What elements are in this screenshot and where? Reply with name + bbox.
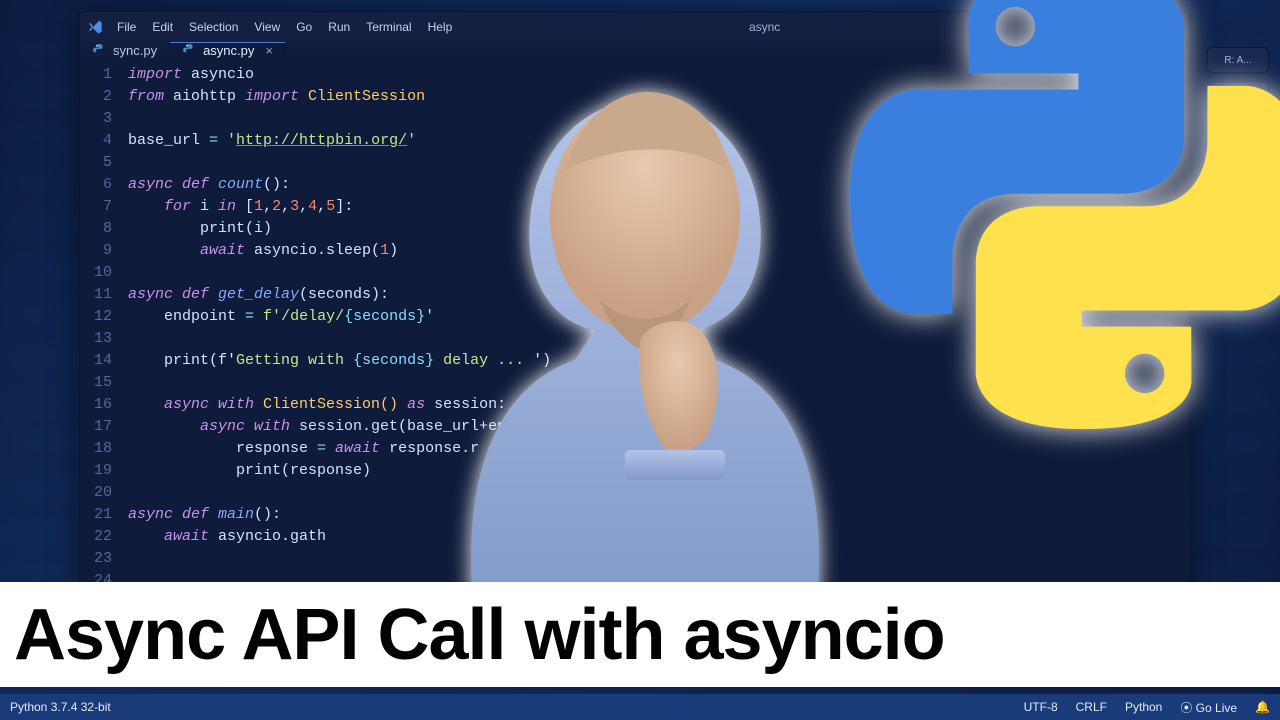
menu-view[interactable]: View bbox=[247, 12, 287, 42]
menu-edit[interactable]: Edit bbox=[145, 12, 180, 42]
presenter-photo bbox=[395, 20, 895, 620]
status-encoding[interactable]: UTF-8 bbox=[1024, 700, 1058, 714]
tab-async-py[interactable]: async.py × bbox=[170, 42, 286, 58]
close-tab-icon[interactable]: × bbox=[265, 43, 273, 58]
status-bar: Python 3.7.4 32-bit UTF-8 CRLF Python ⦿ … bbox=[0, 694, 1280, 720]
python-file-icon bbox=[182, 43, 196, 57]
title-banner: Async API Call with asyncio bbox=[0, 582, 1280, 687]
vscode-logo-icon bbox=[80, 19, 110, 35]
python-logo-icon bbox=[850, 0, 1280, 430]
status-language[interactable]: Python bbox=[1125, 700, 1162, 714]
tab-label: sync.py bbox=[113, 43, 157, 58]
status-golive[interactable]: ⦿ Go Live bbox=[1180, 699, 1237, 716]
video-title: Async API Call with asyncio bbox=[14, 594, 945, 676]
python-file-icon bbox=[92, 43, 106, 57]
status-python-version[interactable]: Python 3.7.4 32-bit bbox=[10, 700, 111, 714]
tab-sync-py[interactable]: sync.py bbox=[80, 42, 170, 58]
line-number-gutter: 1234567891011121314151617181920212223242… bbox=[80, 58, 120, 602]
menu-run[interactable]: Run bbox=[321, 12, 357, 42]
tab-label: async.py bbox=[203, 43, 254, 58]
menu-go[interactable]: Go bbox=[289, 12, 319, 42]
status-eol[interactable]: CRLF bbox=[1076, 700, 1107, 714]
menu-selection[interactable]: Selection bbox=[182, 12, 245, 42]
menu-file[interactable]: File bbox=[110, 12, 143, 42]
status-notifications-icon[interactable]: 🔔 bbox=[1255, 700, 1270, 714]
